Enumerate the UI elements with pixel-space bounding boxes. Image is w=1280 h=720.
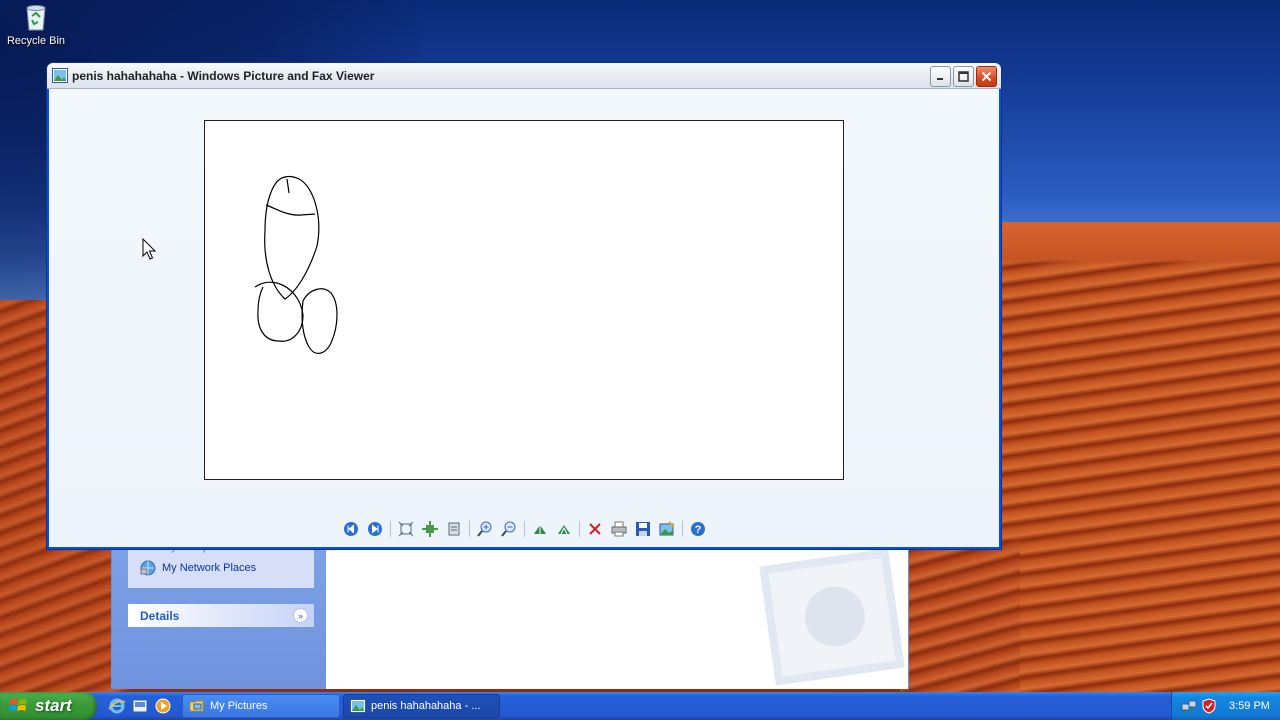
toolbar-separator [579, 521, 580, 537]
close-button[interactable] [976, 66, 997, 87]
task-label: My Pictures [210, 700, 268, 712]
zoom-in-icon [477, 521, 492, 537]
save-button[interactable] [631, 517, 655, 541]
help-button[interactable]: ? [686, 517, 710, 541]
place-my-network-places[interactable]: My Network Places [140, 560, 256, 576]
folder-icon [189, 700, 204, 712]
toolbar-separator [469, 521, 470, 537]
minimize-icon [937, 78, 943, 80]
actual-size-button[interactable] [418, 517, 442, 541]
picture-viewer-icon [52, 68, 68, 83]
zoom-out-button[interactable] [497, 517, 521, 541]
rotate-counterclockwise-button[interactable] [552, 517, 576, 541]
maximize-button[interactable] [953, 66, 974, 87]
zoom-in-button[interactable] [473, 517, 497, 541]
toolbar-separator [524, 521, 525, 537]
network-globe-icon [140, 560, 156, 576]
place-label: My Network Places [162, 562, 257, 574]
clock[interactable]: 3:59 PM [1229, 700, 1270, 712]
internet-explorer-icon[interactable] [108, 697, 126, 715]
previous-image-icon [344, 522, 358, 536]
rotate-counterclockwise-icon [558, 525, 570, 535]
title-bar[interactable]: penis hahahahaha - Windows Picture and F… [47, 63, 1001, 89]
delete-button[interactable] [583, 517, 607, 541]
open-editor-icon [659, 521, 675, 536]
pictures-watermark [759, 548, 905, 686]
minimize-button[interactable] [930, 66, 951, 87]
mouse-cursor-icon [142, 238, 157, 260]
svg-text:?: ? [695, 524, 702, 536]
best-fit-icon [398, 521, 414, 537]
recycle-bin-icon [26, 5, 46, 31]
picture-viewer-window[interactable]: penis hahahahaha - Windows Picture and F… [46, 62, 1002, 550]
taskbar-button-picture-viewer[interactable]: penis hahahahaha - ... [343, 694, 500, 718]
previous-image-button[interactable] [339, 517, 363, 541]
slideshow-icon [448, 522, 460, 536]
my-pictures-window[interactable]: My Computer My Network Places Details » [111, 541, 909, 689]
task-label: penis hahahahaha - ... [371, 700, 481, 712]
print-button[interactable] [607, 517, 631, 541]
slideshow-button[interactable] [442, 517, 466, 541]
next-image-icon [368, 522, 382, 536]
doodle-drawing [254, 175, 338, 354]
maximize-icon [958, 71, 969, 82]
next-image-button[interactable] [363, 517, 387, 541]
wallpaper-dune-bottom [900, 540, 1020, 692]
toolbar-separator [682, 521, 683, 537]
desktop-icon-label: Recycle Bin [6, 35, 66, 47]
show-desktop-icon[interactable] [131, 697, 149, 715]
taskbar-button-my-pictures[interactable]: My Pictures [182, 694, 340, 718]
system-tray: 3:59 PM [1171, 692, 1280, 720]
network-connection-icon[interactable] [1181, 698, 1197, 714]
actual-size-icon [422, 521, 438, 537]
rotate-clockwise-button[interactable] [528, 517, 552, 541]
chevron-down-icon[interactable]: » [293, 608, 308, 623]
close-icon [981, 71, 992, 82]
save-icon [636, 522, 650, 536]
best-fit-button[interactable] [394, 517, 418, 541]
viewer-toolbar: ? [339, 517, 710, 541]
other-places-panel: My Computer My Network Places [128, 541, 314, 588]
start-label: start [35, 696, 72, 715]
toolbar-separator [390, 521, 391, 537]
delete-icon [589, 523, 601, 535]
watermark-circle [801, 582, 869, 651]
help-icon: ? [691, 522, 705, 536]
viewer-canvas: ? [49, 89, 999, 547]
details-title: Details [140, 608, 180, 623]
window-title: penis hahahahaha - Windows Picture and F… [72, 69, 375, 83]
details-panel-header[interactable]: Details » [128, 604, 314, 627]
windows-logo-icon [9, 699, 27, 711]
windows-media-player-icon[interactable] [154, 697, 172, 715]
taskbar: start My Pictures penis hahahahaha - ... [0, 692, 1280, 720]
wallpaper-dune-right [1000, 222, 1280, 692]
picture-viewer-icon [350, 699, 366, 713]
task-pane: My Computer My Network Places Details » [112, 541, 326, 689]
open-editor-button[interactable] [655, 517, 679, 541]
print-icon [611, 521, 627, 537]
security-shield-icon[interactable] [1201, 698, 1217, 714]
displayed-image [204, 120, 844, 480]
rotate-clockwise-icon [534, 525, 546, 534]
desktop-icon-recycle-bin[interactable]: Recycle Bin [4, 2, 68, 47]
zoom-out-icon [501, 521, 516, 537]
start-button[interactable]: start [0, 692, 97, 720]
